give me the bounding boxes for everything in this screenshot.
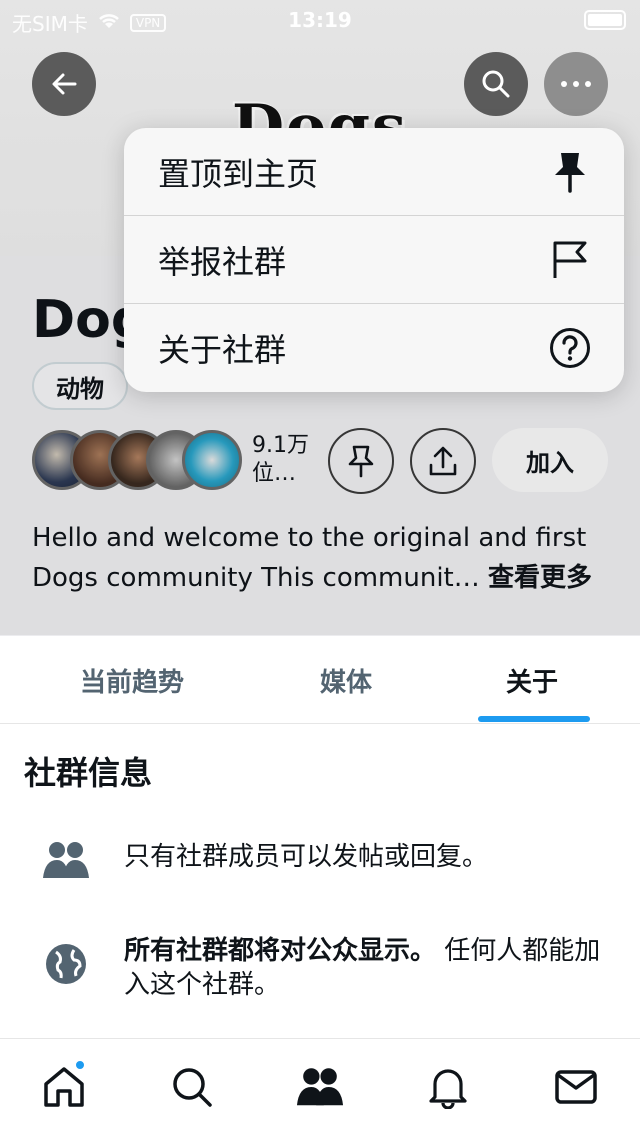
status-bar: 无SIM卡 VPN 13:19 [0,0,640,40]
info-text: 只有社群成员可以发帖或回复。 [124,842,489,872]
status-time: 13:19 [288,8,352,32]
avatar [182,430,242,490]
tab-about[interactable]: 关于 [506,662,558,699]
member-count-value: 9.1万 [252,433,309,458]
nav-search[interactable] [168,1063,216,1111]
menu-item-label: 置顶到主页 [158,154,319,193]
pin-icon [548,150,592,194]
battery-icon [584,10,626,30]
menu-item-label: 关于社群 [158,331,287,369]
info-text-bold: 所有社群都将对公众显示。 [124,936,437,966]
people-icon [40,834,92,886]
member-count[interactable]: 9.1万 位… [252,432,309,488]
mail-icon [555,1070,597,1104]
arrow-left-icon [52,73,77,95]
search-icon [173,1068,212,1107]
tab-media[interactable]: 媒体 [320,662,372,699]
share-button[interactable] [410,428,476,494]
community-description: Hello and welcome to the original and fi… [32,518,622,598]
pin-button[interactable] [328,428,394,494]
section-title: 社群信息 [24,754,153,792]
info-text: 所有社群都将对公众显示。 任何人都能加入这个社群。 [124,934,624,1002]
search-icon [482,70,510,98]
tab-trending[interactable]: 当前趋势 [80,662,184,699]
tab-bar: 当前趋势 媒体 关于 [0,636,640,724]
category-tag[interactable]: 动物 [32,362,128,410]
more-options-menu: 置顶到主页 举报社群 关于社群 [124,128,624,392]
search-button[interactable] [464,52,528,116]
nav-communities[interactable] [296,1063,344,1111]
globe-icon [40,938,92,990]
active-tab-indicator [478,716,590,722]
nav-notifications[interactable] [424,1063,472,1111]
member-avatars[interactable] [32,430,242,490]
nav-messages[interactable] [552,1063,600,1111]
menu-item-label: 举报社群 [158,242,287,281]
member-count-unit: 位… [252,461,297,486]
menu-item-pin-to-home[interactable]: 置顶到主页 [124,128,624,216]
join-button[interactable]: 加入 [492,428,608,492]
menu-item-report[interactable]: 举报社群 [124,216,624,304]
bottom-nav [0,1038,640,1136]
more-options-button[interactable] [544,52,608,116]
community-title: Dogs [32,290,132,350]
more-dots-icon [561,81,591,87]
share-icon [429,446,457,476]
flag-icon [548,238,592,282]
see-more-link[interactable]: 查看更多 [488,563,592,593]
home-icon [44,1067,84,1107]
communities-icon [296,1068,344,1106]
back-button[interactable] [32,52,96,116]
pin-icon [348,445,374,478]
menu-item-about[interactable]: 关于社群 [124,304,624,392]
notification-dot [74,1059,86,1071]
bell-icon [429,1069,467,1109]
help-icon [548,326,592,370]
